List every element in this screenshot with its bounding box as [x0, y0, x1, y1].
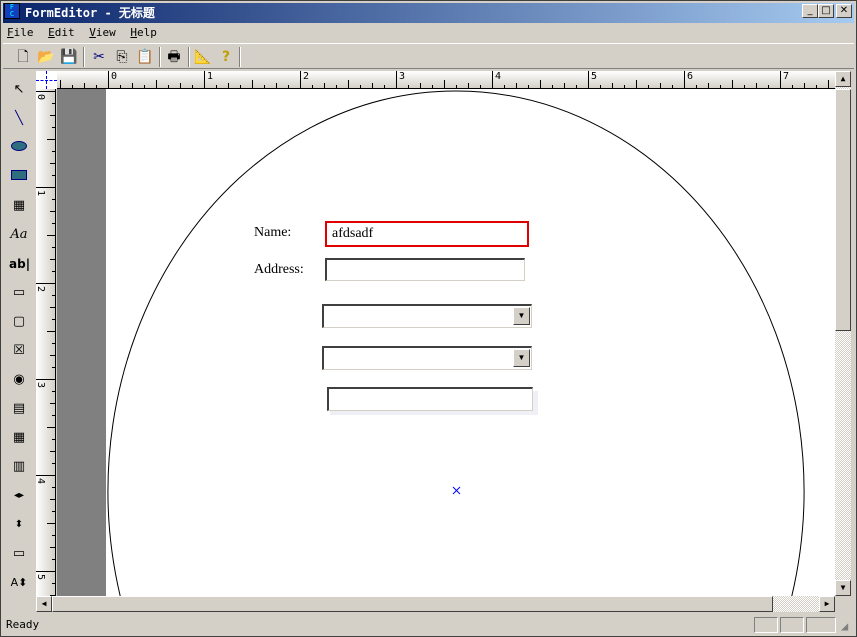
new-icon[interactable]: 🗋 [13, 47, 33, 67]
name-label: Name: [254, 225, 292, 240]
pointer-tool-icon[interactable]: ↖ [9, 79, 29, 101]
scroll-up-icon[interactable]: ▲ [835, 71, 851, 87]
vertical-scroll-thumb[interactable] [835, 89, 851, 331]
cut-icon[interactable]: ✂ [89, 47, 109, 67]
anchor-marker-icon [452, 486, 461, 495]
ruler-label: 1 [36, 190, 46, 196]
ruler-label: 7 [783, 71, 789, 82]
checkbox-tool-icon[interactable]: ☒ [9, 340, 29, 362]
address-label: Address: [254, 262, 304, 277]
scroll-down-icon[interactable]: ▼ [835, 580, 851, 596]
horizontal-ruler: 0 1 2 3 4 5 6 7 [57, 71, 835, 89]
open-icon[interactable]: 📂 [36, 47, 56, 67]
ruler-label: 2 [36, 286, 46, 292]
status-pane [780, 617, 804, 633]
menu-bar: File Edit View Help [3, 24, 854, 42]
radio-tool-icon[interactable]: ◉ [9, 369, 29, 391]
print-icon[interactable]: 🖶 [164, 47, 184, 67]
save-icon[interactable]: 💾 [59, 47, 79, 67]
window-title: FormEditor - 无标题 [25, 6, 155, 20]
image-tool-icon[interactable]: ▦ [9, 195, 29, 217]
ellipse-shape[interactable] [57, 89, 835, 596]
paste-icon[interactable]: 📋 [135, 47, 155, 67]
ruler-corner [36, 71, 57, 89]
label-tool-icon[interactable]: Aa [9, 224, 29, 246]
status-bar: Ready ◢ [3, 615, 854, 635]
combo-box-1[interactable]: ▼ [322, 304, 532, 328]
menu-file[interactable]: File [3, 24, 38, 41]
copy-icon[interactable]: ⎘ [112, 47, 132, 67]
maximize-button[interactable]: □ [818, 4, 834, 18]
horizontal-scrollbar[interactable]: ◀ ▶ [36, 596, 835, 612]
app-icon[interactable]: FC [4, 3, 20, 19]
ruler-label: 3 [36, 382, 46, 388]
ruler-label: 0 [36, 94, 46, 100]
rectangle-tool-icon[interactable] [9, 166, 29, 188]
ruler-label: 4 [36, 478, 46, 484]
toolbox: ↖ ╲ ▦ Aa ab| ▭ ▢ ☒ ◉ ▤ ▦ ▥ ◂▸ ⬍ ▭ A⬍ [3, 71, 34, 616]
grid-tool-icon[interactable]: ▦ [9, 427, 29, 449]
menu-edit[interactable]: Edit [44, 24, 79, 41]
scroll-left-icon[interactable]: ◀ [36, 596, 52, 612]
separator [83, 47, 85, 67]
ruler-label: 5 [591, 71, 597, 82]
toolbar: 🗋 📂 💾 ✂ ⎘ 📋 🖶 📐 ? [3, 43, 854, 69]
font-tool-icon[interactable]: A⬍ [9, 572, 29, 594]
chevron-down-icon[interactable]: ▼ [513, 307, 530, 325]
separator [188, 47, 190, 67]
button-tool-icon[interactable]: ▢ [9, 311, 29, 333]
status-pane [754, 617, 778, 633]
design-icon[interactable]: 📐 [193, 47, 213, 67]
horizontal-scroll-thumb[interactable] [52, 596, 773, 612]
spin-tool-icon[interactable]: ⬍ [9, 514, 29, 536]
ruler-label: 6 [687, 71, 693, 82]
separator [239, 47, 241, 67]
ruler-label: 5 [36, 574, 46, 580]
hscroll-tool-icon[interactable]: ◂▸ [9, 485, 29, 507]
tab-tool-icon[interactable]: ▭ [9, 543, 29, 565]
design-canvas[interactable]: Name: afdsadf Address: ▼ ▼ [57, 89, 835, 596]
textbox-tool-icon[interactable]: ab| [9, 253, 30, 275]
name-input[interactable]: afdsadf [325, 221, 529, 247]
menu-help[interactable]: Help [126, 24, 161, 41]
title-bar: FormEditor - 无标题 [3, 3, 854, 23]
ruler-label: 0 [111, 71, 117, 82]
list-tool-icon[interactable]: ▥ [9, 456, 29, 478]
address-input[interactable] [325, 258, 525, 281]
ruler-label: 1 [207, 71, 213, 82]
ruler-label: 3 [399, 71, 405, 82]
status-pane [806, 617, 836, 633]
chevron-down-icon[interactable]: ▼ [513, 349, 530, 367]
minimize-button[interactable]: _ [802, 4, 818, 18]
combo-box-2[interactable]: ▼ [322, 346, 532, 370]
help-icon[interactable]: ? [216, 47, 236, 67]
vertical-ruler: 0 1 2 3 4 5 [36, 89, 56, 596]
ellipse-tool-icon[interactable] [9, 137, 29, 159]
listbox-tool-icon[interactable]: ▤ [9, 398, 29, 420]
scroll-right-icon[interactable]: ▶ [819, 596, 835, 612]
separator [159, 47, 161, 67]
status-text: Ready [6, 618, 40, 631]
groupbox-tool-icon[interactable]: ▭ [9, 282, 29, 304]
vertical-scrollbar[interactable]: ▲ ▼ [835, 71, 851, 596]
ruler-label: 4 [495, 71, 501, 82]
resize-grip-icon[interactable]: ◢ [841, 619, 848, 633]
menu-view[interactable]: View [85, 24, 120, 41]
close-button[interactable]: ✕ [836, 4, 852, 18]
textbox-3[interactable] [327, 387, 533, 411]
line-tool-icon[interactable]: ╲ [9, 108, 29, 130]
ruler-label: 2 [303, 71, 309, 82]
